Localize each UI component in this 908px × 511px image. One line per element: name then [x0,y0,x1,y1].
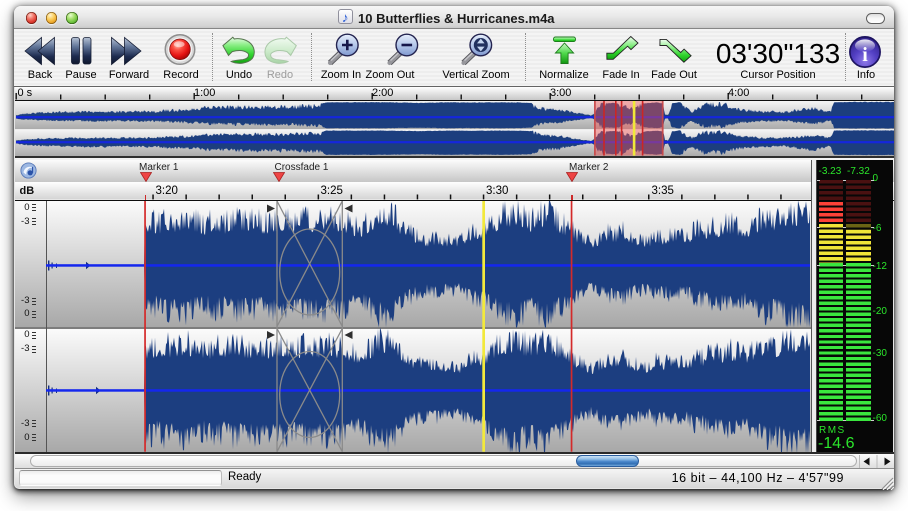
svg-text:i: i [862,44,868,66]
